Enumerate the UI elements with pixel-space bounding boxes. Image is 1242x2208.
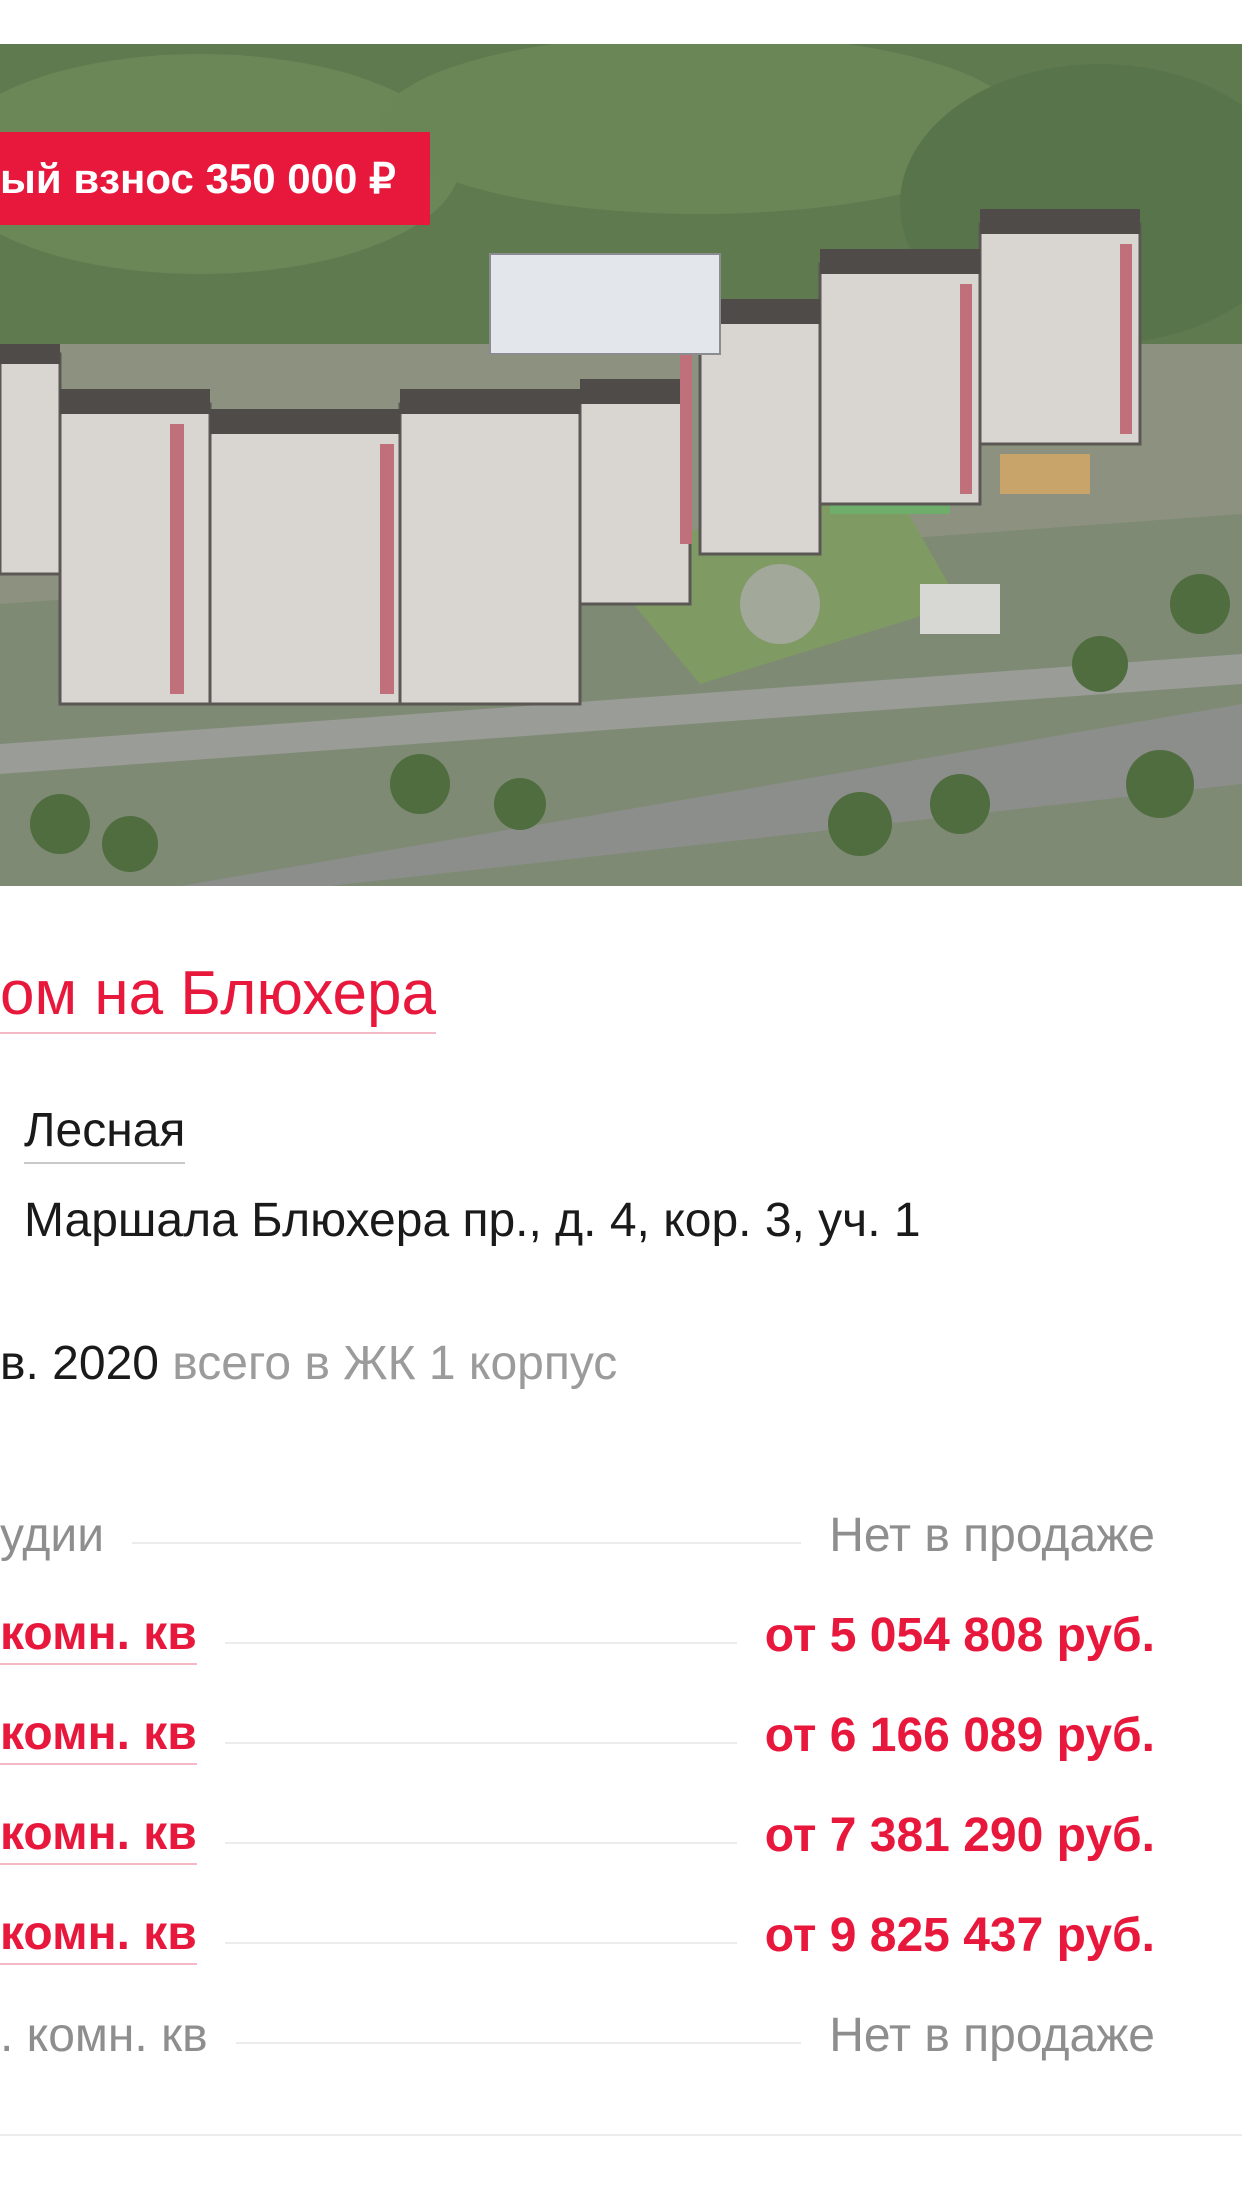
price-row-value: от 9 825 437 руб. xyxy=(764,1908,1155,1962)
price-row-3-room[interactable]: комн. кв от 7 381 290 руб. xyxy=(0,1800,1155,1870)
price-row-value: от 5 054 808 руб. xyxy=(764,1608,1155,1662)
price-row-value: Нет в продаже xyxy=(829,2008,1155,2062)
leader-line xyxy=(132,1542,802,1544)
complex-photo[interactable]: ый взнос 350 000 ₽ xyxy=(0,44,1242,886)
complex-title-link[interactable]: ом на Блюхера xyxy=(0,959,436,1035)
price-row-2-room[interactable]: комн. кв от 6 166 089 руб. xyxy=(0,1700,1155,1770)
price-row-studio: удии Нет в продаже xyxy=(0,1500,1155,1570)
price-row-label: . комн. кв xyxy=(0,2008,208,2062)
leader-line xyxy=(235,2042,802,2044)
promo-badge: ый взнос 350 000 ₽ xyxy=(0,132,430,225)
complex-address: Маршала Блюхера пр., д. 4, кор. 3, уч. 1 xyxy=(24,1194,921,1247)
deadline-date: в. 2020 xyxy=(0,1337,159,1390)
leader-line xyxy=(224,1842,737,1844)
price-row-value: от 6 166 089 руб. xyxy=(764,1708,1155,1762)
price-row-label: удии xyxy=(0,1508,105,1562)
promo-badge-text: ый взнос 350 000 ₽ xyxy=(0,155,396,202)
price-row-5-plus-room: . комн. кв Нет в продаже xyxy=(0,2000,1155,2070)
price-row-value: Нет в продаже xyxy=(829,1508,1155,1562)
complex-card: ый взнос 350 000 ₽ ом на Блюхера Лесная … xyxy=(0,0,1242,2208)
leader-line xyxy=(224,1642,737,1644)
price-row-label[interactable]: комн. кв xyxy=(0,1906,197,1965)
leader-line xyxy=(224,1742,737,1744)
price-row-value: от 7 381 290 руб. xyxy=(764,1808,1155,1862)
price-row-1-room[interactable]: комн. кв от 5 054 808 руб. xyxy=(0,1600,1155,1670)
leader-line xyxy=(224,1942,737,1944)
price-row-4-room[interactable]: комн. кв от 9 825 437 руб. xyxy=(0,1900,1155,1970)
metro-station-link[interactable]: Лесная xyxy=(24,1104,186,1164)
price-row-label[interactable]: комн. кв xyxy=(0,1706,197,1765)
deadline-info: в. 2020 всего в ЖК 1 корпус xyxy=(0,1337,618,1391)
buildings-count: всего в ЖК 1 корпус xyxy=(172,1337,618,1390)
price-row-label[interactable]: комн. кв xyxy=(0,1606,197,1665)
card-bottom-divider xyxy=(0,2134,1242,2136)
price-row-label[interactable]: комн. кв xyxy=(0,1806,197,1865)
